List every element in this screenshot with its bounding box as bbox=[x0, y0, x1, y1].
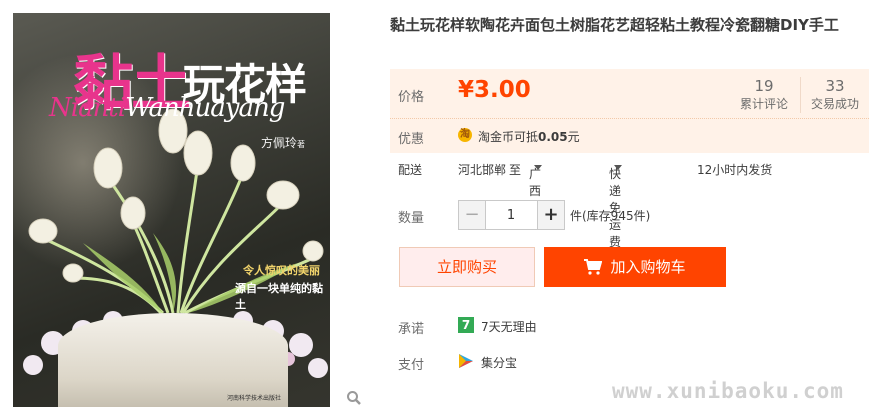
price-panel: 价格 ¥3.00 19 累计评论 33 交易成功 bbox=[390, 69, 869, 118]
delivery-from: 河北邯郸 bbox=[458, 163, 507, 177]
payment-label: 支付 bbox=[398, 358, 425, 373]
search-zoom-icon[interactable] bbox=[346, 390, 362, 406]
jifenbao-icon bbox=[459, 354, 473, 368]
price-amount: 3.00 bbox=[474, 77, 531, 103]
coin-discount-unit: 元 bbox=[567, 130, 580, 144]
cover-script-white: Wanhuayang bbox=[125, 93, 285, 123]
destination-select[interactable]: 广西柳州 bbox=[529, 161, 542, 232]
buy-now-button[interactable]: 立即购买 bbox=[399, 247, 535, 287]
reviews-count: 19 bbox=[754, 77, 774, 95]
quantity-label: 数量 bbox=[398, 211, 425, 226]
dispatch-time: 12小时内发货 bbox=[697, 163, 773, 177]
shipping-select[interactable]: 快递 免运费 bbox=[609, 161, 622, 249]
coin-discount-prefix: 淘金币可抵 bbox=[478, 130, 539, 144]
stock-info: 件(库存945件) bbox=[570, 209, 651, 223]
cover-slogan-line1: 令人惊叹的美丽 bbox=[243, 264, 320, 277]
reviews-stat[interactable]: 19 累计评论 bbox=[730, 77, 798, 113]
discount-panel: 优惠 淘 淘金币可抵0.05元 bbox=[390, 118, 869, 153]
coin-discount-text: 淘金币可抵0.05元 bbox=[478, 128, 580, 145]
sold-count: 33 bbox=[825, 77, 845, 95]
payment-row: 支付 集分宝 bbox=[390, 350, 869, 376]
price-currency: ¥ bbox=[458, 77, 475, 103]
decrease-button[interactable]: − bbox=[459, 201, 486, 229]
delivery-row: 配送 河北邯郸 至 广西柳州 快递 免运费 12小时内发货 bbox=[390, 157, 869, 249]
cover-script-title: NiantiWanhuayang bbox=[49, 93, 285, 123]
cover-author-name: 方佩玲 bbox=[261, 136, 298, 150]
seven-day-return-icon: 7 bbox=[458, 317, 474, 333]
quantity-stepper: − + bbox=[458, 200, 565, 230]
product-main-image[interactable]: 黏土 玩花样 NiantiWanhuayang 方佩玲著 令人惊叹的美丽 源自一… bbox=[13, 13, 330, 407]
delivery-to-word: 至 bbox=[509, 163, 522, 177]
promise-label: 承诺 bbox=[398, 322, 425, 337]
quantity-input[interactable] bbox=[486, 201, 536, 229]
cover-author: 方佩玲著 bbox=[261, 134, 305, 151]
cover-script-pink: Nianti bbox=[49, 93, 126, 123]
sold-stat[interactable]: 33 交易成功 bbox=[800, 77, 869, 113]
reviews-label: 累计评论 bbox=[739, 97, 788, 111]
payment-text: 集分宝 bbox=[481, 356, 518, 370]
add-to-cart-button[interactable]: 加入购物车 bbox=[544, 247, 726, 287]
delivery-label: 配送 bbox=[398, 163, 423, 177]
price-value: ¥3.00 bbox=[458, 77, 531, 103]
promise-row: 承诺 7 7天无理由 bbox=[390, 314, 869, 340]
discount-label: 优惠 bbox=[398, 132, 425, 147]
cover-author-suffix: 著 bbox=[297, 140, 306, 149]
increase-button[interactable]: + bbox=[537, 201, 564, 229]
taobao-coin-icon: 淘 bbox=[458, 128, 472, 142]
add-to-cart-label: 加入购物车 bbox=[610, 258, 686, 276]
cover-slogan-line2: 源自一块单纯的黏土 bbox=[235, 282, 323, 311]
price-label: 价格 bbox=[398, 90, 425, 105]
cart-icon bbox=[584, 259, 603, 275]
product-title: 黏土玩花样软陶花卉面包土树脂花艺超轻粘土教程冷瓷翻糖DIY手工 bbox=[390, 16, 839, 34]
watermark-text: www.xunibaoku.com bbox=[612, 379, 844, 403]
promise-text[interactable]: 7天无理由 bbox=[481, 318, 537, 335]
coin-discount-amount: 0.05 bbox=[538, 130, 568, 144]
quantity-row: 数量 − + 件(库存945件) bbox=[390, 200, 869, 230]
cover-publisher: 河南科学技术出版社 bbox=[227, 395, 282, 402]
sold-label: 交易成功 bbox=[810, 97, 859, 111]
